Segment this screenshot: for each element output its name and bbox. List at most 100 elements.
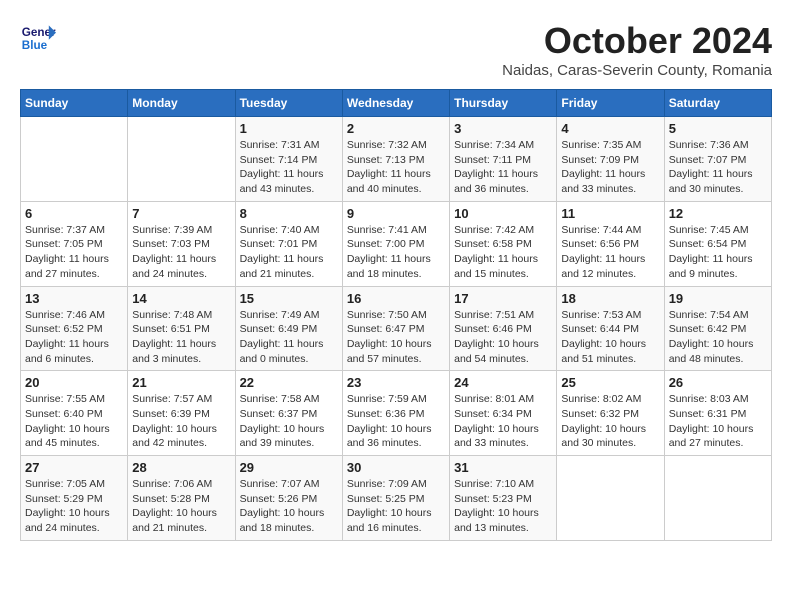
- calendar-cell: 8 Sunrise: 7:40 AMSunset: 7:01 PMDaylight…: [235, 201, 342, 286]
- day-number: 15: [240, 291, 338, 306]
- day-number: 11: [561, 206, 659, 221]
- day-number: 9: [347, 206, 445, 221]
- calendar-table: SundayMondayTuesdayWednesdayThursdayFrid…: [20, 89, 772, 541]
- day-number: 18: [561, 291, 659, 306]
- day-info: Sunrise: 7:41 AMSunset: 7:00 PMDaylight:…: [347, 223, 445, 282]
- title-block: October 2024 Naidas, Caras-Severin Count…: [502, 20, 772, 79]
- day-info: Sunrise: 7:55 AMSunset: 6:40 PMDaylight:…: [25, 392, 123, 451]
- calendar-cell: 21Sunrise: 7:57 AMSunset: 6:39 PMDayligh…: [128, 371, 235, 456]
- day-number: 12: [669, 206, 767, 221]
- calendar-cell: 27 Sunrise: 7:05 AMSunset: 5:29 PMDayligh…: [21, 456, 128, 541]
- calendar-cell: 13 Sunrise: 7:46 AMSunset: 6:52 PMDayligh…: [21, 286, 128, 371]
- calendar-cell: 3Sunrise: 7:34 AMSunset: 7:11 PMDaylight…: [450, 117, 557, 202]
- calendar-cell: [557, 456, 664, 541]
- calendar-cell: 25Sunrise: 8:02 AMSunset: 6:32 PMDayligh…: [557, 371, 664, 456]
- calendar-cell: 31 Sunrise: 7:10 AMSunset: 5:23 PMDayligh…: [450, 456, 557, 541]
- calendar-cell: 16 Sunrise: 7:50 AMSunset: 6:47 PMDayligh…: [342, 286, 449, 371]
- calendar-header: SundayMondayTuesdayWednesdayThursdayFrid…: [21, 90, 772, 117]
- page-header: General Blue October 2024 Naidas, Caras-…: [20, 20, 772, 79]
- day-info: Sunrise: 7:10 AMSunset: 5:23 PMDaylight:…: [454, 477, 552, 536]
- day-info: Sunrise: 7:50 AMSunset: 6:47 PMDaylight:…: [347, 308, 445, 367]
- calendar-cell: 19 Sunrise: 7:54 AMSunset: 6:42 PMDayligh…: [664, 286, 771, 371]
- day-info: Sunrise: 7:59 AMSunset: 6:36 PMDaylight:…: [347, 392, 445, 451]
- calendar-body: 1Sunrise: 7:31 AMSunset: 7:14 PMDaylight…: [21, 117, 772, 541]
- day-info: Sunrise: 7:05 AMSunset: 5:29 PMDaylight:…: [25, 477, 123, 536]
- day-info: Sunrise: 8:01 AMSunset: 6:34 PMDaylight:…: [454, 392, 552, 451]
- day-number: 23: [347, 375, 445, 390]
- day-number: 16: [347, 291, 445, 306]
- day-number: 8: [240, 206, 338, 221]
- calendar-cell: 26 Sunrise: 8:03 AMSunset: 6:31 PMDayligh…: [664, 371, 771, 456]
- day-number: 19: [669, 291, 767, 306]
- day-number: 31: [454, 460, 552, 475]
- calendar-cell: 18Sunrise: 7:53 AMSunset: 6:44 PMDayligh…: [557, 286, 664, 371]
- day-number: 30: [347, 460, 445, 475]
- day-info: Sunrise: 7:42 AMSunset: 6:58 PMDaylight:…: [454, 223, 552, 282]
- weekday-header: Saturday: [664, 90, 771, 117]
- location: Naidas, Caras-Severin County, Romania: [502, 62, 772, 79]
- calendar-week-row: 20 Sunrise: 7:55 AMSunset: 6:40 PMDayligh…: [21, 371, 772, 456]
- calendar-cell: 14 Sunrise: 7:48 AMSunset: 6:51 PMDayligh…: [128, 286, 235, 371]
- calendar-cell: 6 Sunrise: 7:37 AMSunset: 7:05 PMDaylight…: [21, 201, 128, 286]
- weekday-row: SundayMondayTuesdayWednesdayThursdayFrid…: [21, 90, 772, 117]
- day-info: Sunrise: 8:03 AMSunset: 6:31 PMDaylight:…: [669, 392, 767, 451]
- calendar-cell: 11Sunrise: 7:44 AMSunset: 6:56 PMDayligh…: [557, 201, 664, 286]
- logo: General Blue: [20, 20, 56, 56]
- calendar-cell: 23 Sunrise: 7:59 AMSunset: 6:36 PMDayligh…: [342, 371, 449, 456]
- day-number: 7: [132, 206, 230, 221]
- weekday-header: Friday: [557, 90, 664, 117]
- day-info: Sunrise: 7:36 AMSunset: 7:07 PMDaylight:…: [669, 138, 767, 197]
- calendar-cell: 17 Sunrise: 7:51 AMSunset: 6:46 PMDayligh…: [450, 286, 557, 371]
- calendar-cell: 30Sunrise: 7:09 AMSunset: 5:25 PMDayligh…: [342, 456, 449, 541]
- day-info: Sunrise: 7:32 AMSunset: 7:13 PMDaylight:…: [347, 138, 445, 197]
- calendar-cell: 10 Sunrise: 7:42 AMSunset: 6:58 PMDayligh…: [450, 201, 557, 286]
- day-info: Sunrise: 7:35 AMSunset: 7:09 PMDaylight:…: [561, 138, 659, 197]
- day-info: Sunrise: 8:02 AMSunset: 6:32 PMDaylight:…: [561, 392, 659, 451]
- calendar-cell: 24 Sunrise: 8:01 AMSunset: 6:34 PMDayligh…: [450, 371, 557, 456]
- calendar-cell: 1Sunrise: 7:31 AMSunset: 7:14 PMDaylight…: [235, 117, 342, 202]
- calendar-week-row: 27 Sunrise: 7:05 AMSunset: 5:29 PMDayligh…: [21, 456, 772, 541]
- day-info: Sunrise: 7:46 AMSunset: 6:52 PMDaylight:…: [25, 308, 123, 367]
- day-number: 27: [25, 460, 123, 475]
- day-info: Sunrise: 7:40 AMSunset: 7:01 PMDaylight:…: [240, 223, 338, 282]
- day-number: 14: [132, 291, 230, 306]
- calendar-cell: 28Sunrise: 7:06 AMSunset: 5:28 PMDayligh…: [128, 456, 235, 541]
- day-number: 24: [454, 375, 552, 390]
- day-number: 5: [669, 121, 767, 136]
- weekday-header: Sunday: [21, 90, 128, 117]
- day-info: Sunrise: 7:07 AMSunset: 5:26 PMDaylight:…: [240, 477, 338, 536]
- day-number: 21: [132, 375, 230, 390]
- calendar-cell: 20 Sunrise: 7:55 AMSunset: 6:40 PMDayligh…: [21, 371, 128, 456]
- calendar-cell: 2 Sunrise: 7:32 AMSunset: 7:13 PMDaylight…: [342, 117, 449, 202]
- day-number: 20: [25, 375, 123, 390]
- day-number: 26: [669, 375, 767, 390]
- weekday-header: Monday: [128, 90, 235, 117]
- day-info: Sunrise: 7:48 AMSunset: 6:51 PMDaylight:…: [132, 308, 230, 367]
- calendar-cell: 5 Sunrise: 7:36 AMSunset: 7:07 PMDaylight…: [664, 117, 771, 202]
- day-number: 17: [454, 291, 552, 306]
- calendar-cell: 9 Sunrise: 7:41 AMSunset: 7:00 PMDaylight…: [342, 201, 449, 286]
- day-number: 22: [240, 375, 338, 390]
- day-info: Sunrise: 7:51 AMSunset: 6:46 PMDaylight:…: [454, 308, 552, 367]
- day-info: Sunrise: 7:39 AMSunset: 7:03 PMDaylight:…: [132, 223, 230, 282]
- weekday-header: Thursday: [450, 90, 557, 117]
- calendar-cell: [664, 456, 771, 541]
- day-info: Sunrise: 7:54 AMSunset: 6:42 PMDaylight:…: [669, 308, 767, 367]
- day-number: 10: [454, 206, 552, 221]
- calendar-cell: [21, 117, 128, 202]
- day-number: 4: [561, 121, 659, 136]
- day-info: Sunrise: 7:37 AMSunset: 7:05 PMDaylight:…: [25, 223, 123, 282]
- day-number: 2: [347, 121, 445, 136]
- month-title: October 2024: [502, 20, 772, 62]
- day-number: 13: [25, 291, 123, 306]
- calendar-week-row: 1Sunrise: 7:31 AMSunset: 7:14 PMDaylight…: [21, 117, 772, 202]
- day-info: Sunrise: 7:45 AMSunset: 6:54 PMDaylight:…: [669, 223, 767, 282]
- calendar-week-row: 6 Sunrise: 7:37 AMSunset: 7:05 PMDaylight…: [21, 201, 772, 286]
- day-number: 29: [240, 460, 338, 475]
- day-info: Sunrise: 7:06 AMSunset: 5:28 PMDaylight:…: [132, 477, 230, 536]
- logo-icon: General Blue: [20, 20, 56, 56]
- calendar-cell: 29 Sunrise: 7:07 AMSunset: 5:26 PMDayligh…: [235, 456, 342, 541]
- day-number: 6: [25, 206, 123, 221]
- day-info: Sunrise: 7:58 AMSunset: 6:37 PMDaylight:…: [240, 392, 338, 451]
- calendar-cell: [128, 117, 235, 202]
